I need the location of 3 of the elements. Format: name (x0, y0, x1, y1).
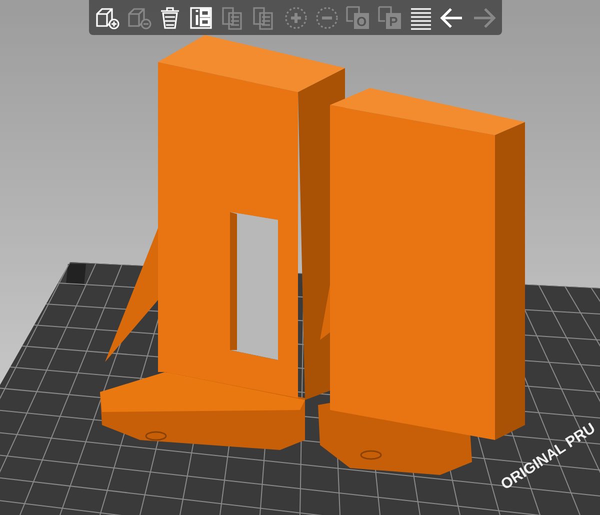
plus-circle-icon (282, 4, 309, 30)
arrange-icon (188, 4, 214, 30)
minus-circle-icon (314, 4, 340, 30)
